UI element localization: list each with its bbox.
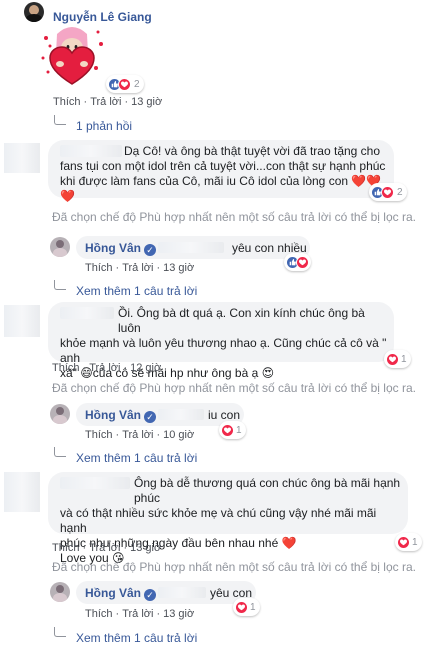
tagged-name-redacted [158, 242, 224, 253]
filter-notice: Đã chọn chế độ Phù hợp nhất nên một số c… [52, 560, 416, 574]
reply-button[interactable]: Trả lời [89, 542, 120, 554]
comment-actions: Thích · Trả lời · 13 giờ [53, 96, 163, 108]
reply-actions: Thích · Trả lời · 13 giờ [85, 608, 195, 620]
see-more-replies-link[interactable]: Xem thêm 1 câu trả lời [76, 451, 197, 465]
love-reaction-icon [221, 423, 234, 437]
love-reaction-icon [381, 185, 394, 199]
avatar[interactable] [24, 2, 44, 22]
verified-badge-icon: ✓ [144, 244, 156, 256]
timestamp[interactable]: 10 giờ [163, 429, 194, 441]
reply-button[interactable]: Trả lời [122, 608, 153, 620]
view-replies-link[interactable]: 1 phản hồi [76, 119, 132, 133]
reaction-summary[interactable]: 1 [233, 598, 260, 616]
love-reaction-icon [397, 535, 410, 549]
see-more-replies-link[interactable]: Xem thêm 1 câu trả lời [76, 631, 197, 645]
like-button[interactable]: Thích [53, 96, 81, 108]
timestamp[interactable]: 12 giờ [130, 362, 161, 374]
verified-badge-icon: ✓ [144, 589, 156, 601]
reaction-count: 1 [412, 536, 418, 548]
timestamp[interactable]: 13 giờ [163, 262, 194, 274]
filter-notice: Đã chọn chế độ Phù hợp nhất nên một số c… [52, 210, 416, 224]
like-button[interactable]: Thích [85, 262, 113, 274]
reply-button[interactable]: Trả lời [122, 262, 153, 274]
reaction-summary[interactable]: 1 [384, 350, 411, 368]
comment-author[interactable]: Nguyễn Lê Giang [53, 10, 152, 24]
heart-sticker [41, 27, 103, 85]
reaction-summary[interactable]: 2 [369, 183, 407, 201]
reply-arrow-icon [54, 447, 66, 457]
reply-button[interactable]: Trả lời [90, 96, 121, 108]
reply-header: Hồng Vân ✓ [85, 408, 156, 423]
comment-actions: Thích · Trả lời · 12 giờ [52, 362, 162, 374]
like-button[interactable]: Thích [85, 608, 113, 620]
reaction-count: 1 [250, 601, 256, 613]
reaction-summary[interactable]: 1 [219, 421, 246, 439]
reply-header: Hồng Vân ✓ [85, 586, 156, 601]
reaction-summary[interactable]: 2 [106, 75, 144, 93]
love-reaction-icon [235, 600, 248, 614]
comment-actions: Thích · Trả lời · 13 giờ [52, 542, 162, 554]
reply-actions: Thích · Trả lời · 10 giờ [85, 429, 195, 441]
love-reaction-icon [118, 77, 131, 91]
reply-author[interactable]: Hồng Vân [85, 408, 141, 422]
like-button[interactable]: Thích [52, 362, 80, 374]
avatar[interactable] [50, 582, 70, 602]
reply-arrow-icon [54, 280, 66, 290]
reply-arrow-icon [54, 115, 66, 125]
reaction-count: 2 [397, 186, 403, 198]
avatar[interactable] [4, 472, 40, 512]
reply-actions: Thích · Trả lời · 13 giờ [85, 262, 195, 274]
reaction-summary[interactable]: 1 [395, 533, 422, 551]
reaction-count: 1 [236, 424, 242, 436]
comment-text: Dạ Cô! và ông bà thật tuyệt vời đã trao … [60, 144, 386, 203]
verified-badge-icon: ✓ [144, 411, 156, 423]
timestamp[interactable]: 13 giờ [130, 542, 161, 554]
tagged-name-redacted [158, 409, 204, 420]
reply-author[interactable]: Hồng Vân [85, 241, 141, 255]
reply-button[interactable]: Trả lời [89, 362, 120, 374]
reaction-count: 1 [401, 353, 407, 365]
love-reaction-icon [386, 352, 399, 366]
filter-notice: Đã chọn chế độ Phù hợp nhất nên một số c… [52, 381, 416, 395]
love-reaction-icon [296, 255, 309, 269]
reaction-count: 2 [134, 78, 140, 90]
see-more-replies-link[interactable]: Xem thêm 1 câu trả lời [76, 284, 197, 298]
reaction-summary[interactable] [284, 253, 311, 271]
avatar[interactable] [50, 404, 70, 424]
like-button[interactable]: Thích [85, 429, 113, 441]
timestamp[interactable]: 13 giờ [163, 608, 194, 620]
avatar[interactable] [4, 305, 40, 337]
avatar[interactable] [50, 237, 70, 257]
reply-button[interactable]: Trả lời [122, 429, 153, 441]
like-button[interactable]: Thích [52, 542, 80, 554]
reply-author[interactable]: Hồng Vân [85, 586, 141, 600]
reply-arrow-icon [54, 627, 66, 637]
reply-header: Hồng Vân ✓ [85, 241, 156, 256]
tagged-name-redacted [158, 587, 206, 598]
avatar[interactable] [4, 143, 40, 173]
timestamp[interactable]: 13 giờ [131, 96, 162, 108]
